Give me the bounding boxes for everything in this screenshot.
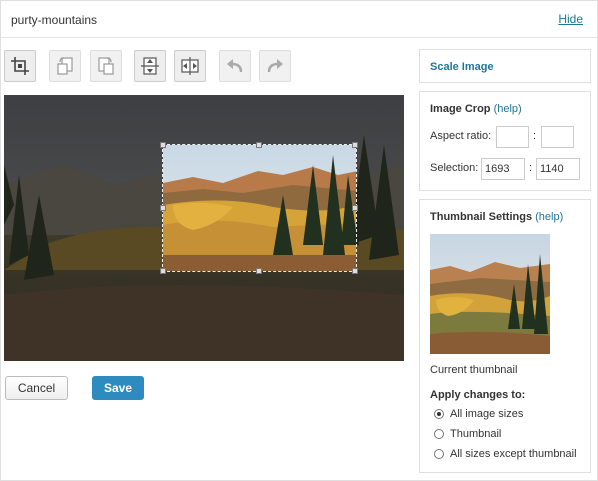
thumbnail-settings-heading: Thumbnail Settings	[430, 211, 533, 223]
redo-button[interactable]	[259, 50, 291, 82]
flip-horizontal-icon	[181, 57, 199, 75]
flip-horizontal-button[interactable]	[174, 50, 206, 82]
crop-handle-se[interactable]	[352, 268, 358, 274]
selection-height-input[interactable]: 1140	[536, 158, 580, 180]
radio-thumbnail-label: Thumbnail	[450, 428, 502, 440]
crop-selection[interactable]	[162, 144, 357, 272]
editor-header: purty-mountains Hide	[1, 1, 597, 38]
current-thumbnail-label: Current thumbnail	[430, 364, 518, 376]
hide-link[interactable]: Hide	[558, 12, 583, 26]
radio-thumbnail-input[interactable]	[434, 429, 444, 439]
radio-all-sizes-label: All image sizes	[450, 408, 524, 420]
crop-handle-s[interactable]	[256, 268, 262, 274]
cancel-button[interactable]: Cancel	[5, 376, 68, 400]
crop-help-link[interactable]: (help)	[494, 103, 522, 115]
current-thumbnail-image	[430, 234, 550, 354]
crop-handle-nw[interactable]	[160, 142, 166, 148]
crop-handle-sw[interactable]	[160, 268, 166, 274]
image-crop-heading: Image Crop	[430, 103, 491, 115]
thumbnail-help-link[interactable]: (help)	[535, 211, 563, 223]
aspect-height-input[interactable]	[541, 126, 574, 148]
rotate-left-icon	[57, 57, 73, 75]
thumbnail-settings-title: Thumbnail Settings (help)	[430, 211, 563, 223]
crop-handle-ne[interactable]	[352, 142, 358, 148]
aspect-ratio-label: Aspect ratio:	[430, 130, 492, 142]
radio-all-sizes-input[interactable]	[434, 409, 444, 419]
selection-label: Selection:	[430, 162, 479, 174]
crop-button[interactable]	[4, 50, 36, 82]
scale-image-panel[interactable]: Scale Image	[419, 49, 591, 83]
image-crop-panel: Image Crop (help) Aspect ratio: : Select…	[419, 91, 591, 191]
aspect-width-input[interactable]	[496, 126, 529, 148]
undo-icon	[227, 59, 243, 73]
selection-width-input[interactable]: 1693	[481, 158, 525, 180]
crop-region-image	[163, 145, 356, 271]
crop-handle-e[interactable]	[352, 205, 358, 211]
radio-except-thumbnail-label: All sizes except thumbnail	[450, 448, 577, 460]
thumbnail-settings-panel: Thumbnail Settings (help) Current thumbn…	[419, 199, 591, 473]
crop-handle-n[interactable]	[256, 142, 262, 148]
scale-image-toggle[interactable]: Scale Image	[430, 61, 494, 73]
image-editor: purty-mountains Hide Cancel Save Scale I…	[0, 0, 598, 481]
aspect-separator: :	[533, 130, 537, 142]
save-button[interactable]: Save	[92, 376, 144, 400]
crop-handle-w[interactable]	[160, 205, 166, 211]
rotate-right-button[interactable]	[90, 50, 122, 82]
rotate-right-icon	[98, 57, 114, 75]
flip-vertical-icon	[141, 57, 159, 75]
radio-except-thumbnail-input[interactable]	[434, 449, 444, 459]
selection-separator: :	[529, 162, 533, 174]
image-title: purty-mountains	[11, 13, 98, 27]
undo-button[interactable]	[219, 50, 251, 82]
crop-icon	[11, 57, 29, 75]
image-crop-title: Image Crop (help)	[430, 103, 522, 115]
apply-changes-label: Apply changes to:	[430, 389, 526, 401]
redo-icon	[267, 59, 283, 73]
flip-vertical-button[interactable]	[134, 50, 166, 82]
rotate-left-button[interactable]	[49, 50, 81, 82]
